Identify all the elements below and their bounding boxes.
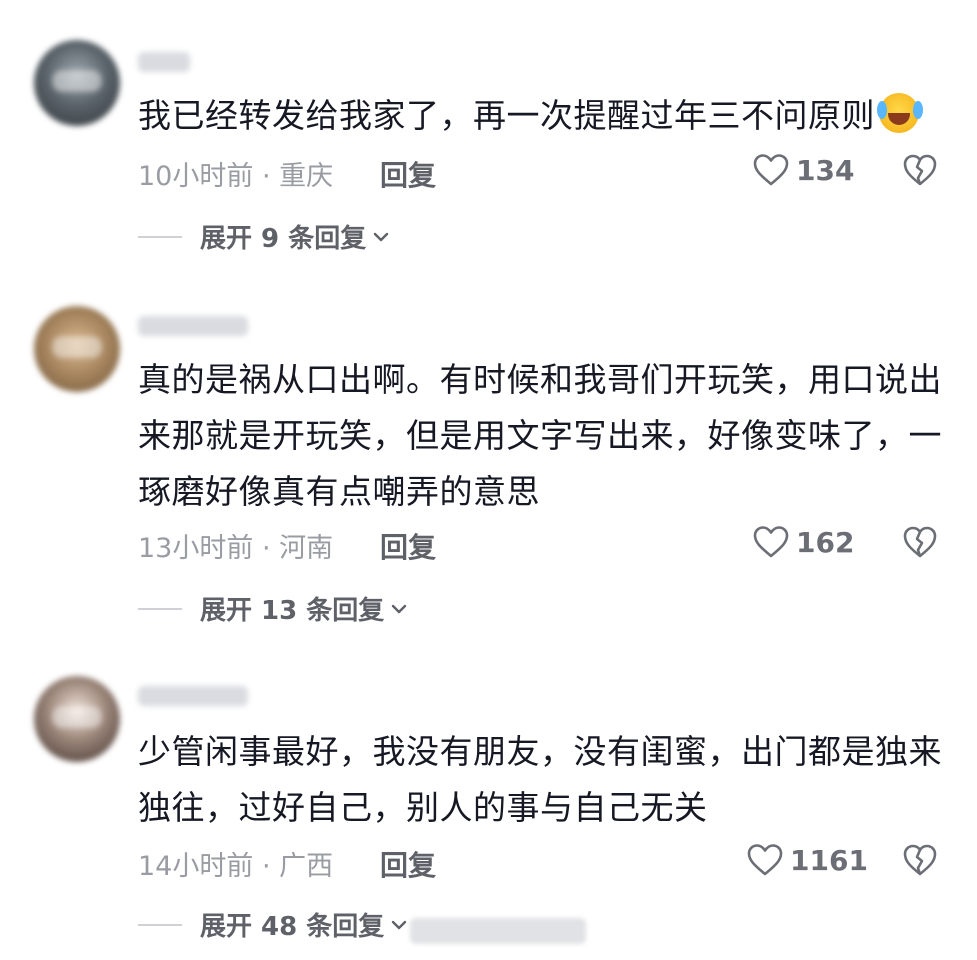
heart-outline-icon [753, 154, 789, 186]
like-button[interactable]: 162 [752, 525, 854, 559]
expand-replies-button[interactable]: 展开 9 条回复 [138, 218, 390, 255]
comment-text-body: 我已经转发给我家了，再一次提醒过年三不问原则 [138, 96, 875, 135]
avatar[interactable] [34, 40, 120, 126]
username-blurred[interactable] [138, 52, 190, 72]
heart-outline-icon [747, 844, 783, 876]
laughing-crying-emoji-icon [877, 93, 919, 133]
comment-text: 少管闲事最好，我没有朋友，没有闺蜜，出门都是独来独往，过好自己，别人的事与自己无… [138, 732, 942, 827]
username-blurred[interactable] [138, 686, 248, 706]
heart-outline-icon [753, 526, 789, 558]
divider-line [138, 923, 182, 926]
chevron-down-icon [374, 232, 389, 241]
broken-heart-icon[interactable] [902, 843, 938, 877]
comment-text: 我已经转发给我家了，再一次提醒过年三不问原则 [138, 88, 948, 144]
chevron-down-icon [392, 604, 407, 613]
like-button[interactable]: 1161 [746, 843, 868, 877]
comment-text: 真的是祸从口出啊。有时候和我哥们开玩笑，用口说出来那就是开玩笑，但是用文字写出来… [138, 360, 942, 511]
comment-time-location: 10小时前 · 重庆 [138, 161, 334, 192]
avatar[interactable] [34, 676, 120, 762]
like-button[interactable]: 134 [752, 153, 854, 187]
expand-replies-button[interactable]: 展开 48 条回复 [138, 906, 408, 943]
expand-replies-label: 展开 13 条回复 [200, 596, 385, 626]
reply-button[interactable]: 回复 [380, 154, 436, 194]
watermark-blurred [410, 918, 586, 944]
comment-time-location: 13小时前 · 河南 [138, 533, 334, 564]
expand-replies-button[interactable]: 展开 13 条回复 [138, 590, 408, 627]
divider-line [138, 607, 182, 610]
chevron-down-icon [392, 920, 407, 929]
reply-button[interactable]: 回复 [380, 844, 436, 884]
like-count: 162 [796, 525, 855, 559]
expand-replies-label: 展开 9 条回复 [200, 224, 367, 254]
username-blurred[interactable] [138, 316, 248, 336]
reply-button[interactable]: 回复 [380, 526, 436, 566]
comment-time-location: 14小时前 · 广西 [138, 851, 334, 882]
like-count: 134 [796, 153, 855, 187]
expand-replies-label: 展开 48 条回复 [200, 912, 385, 942]
avatar[interactable] [34, 306, 120, 392]
broken-heart-icon[interactable] [902, 525, 938, 559]
divider-line [138, 235, 182, 238]
broken-heart-icon[interactable] [902, 153, 938, 187]
like-count: 1161 [790, 843, 868, 877]
